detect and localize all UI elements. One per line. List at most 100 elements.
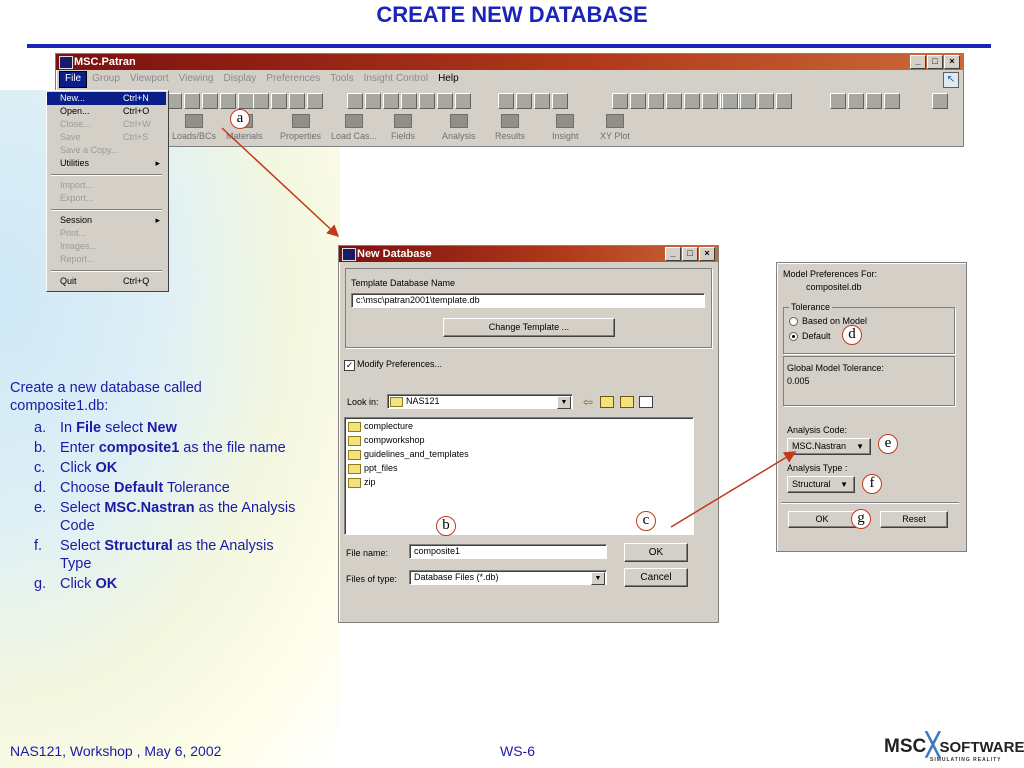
instruction-step: e. Select MSC.Nastran as the Analysis Cod… bbox=[34, 500, 296, 534]
cancel-button[interactable]: Cancel bbox=[624, 568, 688, 587]
toolbar-button[interactable] bbox=[884, 93, 900, 109]
patran-window: MSC.Patran _ □ × File Group Viewport Vie… bbox=[55, 53, 964, 147]
toolbar-button[interactable] bbox=[830, 93, 846, 109]
file-menu-report[interactable]: Report... bbox=[47, 253, 166, 266]
look-in-dropdown[interactable]: NAS121 ▼ bbox=[387, 394, 573, 409]
close-button[interactable]: × bbox=[944, 55, 960, 69]
file-menu-print[interactable]: Print... bbox=[47, 227, 166, 240]
file-menu-open[interactable]: Open... Ctrl+O bbox=[47, 105, 166, 118]
toolbar-button[interactable] bbox=[347, 93, 363, 109]
toolbar-button[interactable] bbox=[455, 93, 471, 109]
menu-display[interactable]: Display bbox=[219, 70, 262, 88]
toolbar-button[interactable] bbox=[184, 93, 200, 109]
toolbar-button[interactable] bbox=[307, 93, 323, 109]
model-prefs-reset-button[interactable]: Reset bbox=[880, 511, 948, 528]
menu-viewport[interactable]: Viewport bbox=[125, 70, 174, 88]
toolbar-button[interactable] bbox=[932, 93, 948, 109]
maximize-button[interactable]: □ bbox=[682, 247, 698, 261]
file-menu-import[interactable]: Import... bbox=[47, 179, 166, 192]
toolbar-button[interactable] bbox=[702, 93, 718, 109]
toolbar-button[interactable] bbox=[253, 93, 269, 109]
menu-viewing[interactable]: Viewing bbox=[174, 70, 219, 88]
toolbar-button[interactable] bbox=[740, 93, 756, 109]
toolbar-button[interactable] bbox=[534, 93, 550, 109]
toolbar-button[interactable] bbox=[722, 93, 738, 109]
app-button-properties[interactable]: Properties bbox=[280, 112, 321, 141]
back-icon[interactable]: ⇦ bbox=[583, 395, 593, 409]
toolbar-button[interactable] bbox=[612, 93, 628, 109]
file-name-input[interactable]: composite1 bbox=[409, 544, 607, 559]
change-template-button[interactable]: Change Template ... bbox=[443, 318, 615, 337]
minimize-button[interactable]: _ bbox=[665, 247, 681, 261]
app-button-loads-bcs[interactable]: Loads/BCs bbox=[172, 112, 216, 141]
menu-preferences[interactable]: Preferences bbox=[261, 70, 325, 88]
app-button-insight[interactable]: Insight bbox=[552, 112, 579, 141]
maximize-button[interactable]: □ bbox=[927, 55, 943, 69]
analysis-type-dropdown[interactable]: Structural ▼ bbox=[787, 476, 855, 493]
toolbar-button[interactable] bbox=[498, 93, 514, 109]
file-menu-utilities[interactable]: Utilities ▸ bbox=[47, 157, 166, 170]
close-button[interactable]: × bbox=[699, 247, 715, 261]
toolbar-button[interactable] bbox=[648, 93, 664, 109]
toolbar-button[interactable] bbox=[516, 93, 532, 109]
callout-a: a bbox=[230, 109, 250, 129]
toolbar-button[interactable] bbox=[238, 93, 254, 109]
toolbar-button[interactable] bbox=[383, 93, 399, 109]
modify-preferences-checkbox[interactable]: ✓ bbox=[344, 360, 355, 371]
list-item[interactable]: compworkshop bbox=[348, 434, 690, 448]
file-menu-session[interactable]: Session ▸ bbox=[47, 214, 166, 227]
toolbar-button[interactable] bbox=[271, 93, 287, 109]
toolbar-button[interactable] bbox=[419, 93, 435, 109]
toolbar-button[interactable] bbox=[866, 93, 882, 109]
file-menu-images[interactable]: Images... bbox=[47, 240, 166, 253]
menu-tools[interactable]: Tools bbox=[325, 70, 358, 88]
list-item[interactable]: guidelines_and_templates bbox=[348, 448, 690, 462]
menu-group[interactable]: Group bbox=[87, 70, 125, 88]
up-folder-icon[interactable] bbox=[600, 396, 614, 408]
footer-course: NAS121, Workshop , May 6, 2002 bbox=[10, 743, 222, 759]
app-button-load-cas[interactable]: Load Cas... bbox=[331, 112, 377, 141]
view-menu-icon[interactable] bbox=[639, 396, 653, 408]
toolbar-button[interactable] bbox=[684, 93, 700, 109]
analysis-code-dropdown[interactable]: MSC.Nastran ▼ bbox=[787, 438, 871, 455]
files-of-type-dropdown[interactable]: Database Files (*.db) ▼ bbox=[409, 570, 607, 585]
file-menu-save-copy[interactable]: Save a Copy... bbox=[47, 144, 166, 157]
app-button-xy-plot[interactable]: XY Plot bbox=[600, 112, 630, 141]
file-menu-quit[interactable]: Quit Ctrl+Q bbox=[47, 275, 166, 288]
menu-insight-control[interactable]: Insight Control bbox=[359, 70, 433, 88]
file-menu-export[interactable]: Export... bbox=[47, 192, 166, 205]
toolbar-button[interactable] bbox=[289, 93, 305, 109]
file-menu-new[interactable]: New... Ctrl+N bbox=[47, 92, 166, 105]
toolbar-button[interactable] bbox=[437, 93, 453, 109]
app-button-fields[interactable]: Fields bbox=[391, 112, 415, 141]
application-bar: Loads/BCs Materials Properties Load Cas... F… bbox=[56, 112, 963, 144]
toolbar-button[interactable] bbox=[848, 93, 864, 109]
list-item[interactable]: ppt_files bbox=[348, 462, 690, 476]
menu-file[interactable]: File bbox=[59, 71, 88, 88]
toolbar-button[interactable] bbox=[776, 93, 792, 109]
toolbar-button[interactable] bbox=[666, 93, 682, 109]
toolbar-button[interactable] bbox=[758, 93, 774, 109]
toolbar-button[interactable] bbox=[220, 93, 236, 109]
menu-separator bbox=[51, 270, 162, 272]
ok-button[interactable]: OK bbox=[624, 543, 688, 562]
app-button-analysis[interactable]: Analysis bbox=[442, 112, 476, 141]
new-folder-icon[interactable] bbox=[620, 396, 634, 408]
file-menu-close[interactable]: Close... Ctrl+W bbox=[47, 118, 166, 131]
app-button-results[interactable]: Results bbox=[495, 112, 525, 141]
app-icon bbox=[185, 114, 204, 128]
file-menu-save[interactable]: Save Ctrl+S bbox=[47, 131, 166, 144]
template-field[interactable]: c:\msc\patran2001\template.db bbox=[351, 293, 705, 308]
help-pointer-icon[interactable]: ↖ bbox=[943, 72, 959, 88]
model-prefs-ok-button[interactable]: OK bbox=[788, 511, 856, 528]
toolbar-button[interactable] bbox=[401, 93, 417, 109]
menu-help[interactable]: Help bbox=[433, 70, 464, 88]
toolbar-button[interactable] bbox=[202, 93, 218, 109]
radio-default[interactable]: Default bbox=[789, 331, 831, 342]
toolbar-button[interactable] bbox=[365, 93, 381, 109]
toolbar-button[interactable] bbox=[630, 93, 646, 109]
toolbar-button[interactable] bbox=[552, 93, 568, 109]
minimize-button[interactable]: _ bbox=[910, 55, 926, 69]
list-item[interactable]: complecture bbox=[348, 420, 690, 434]
list-item[interactable]: zip bbox=[348, 476, 690, 490]
